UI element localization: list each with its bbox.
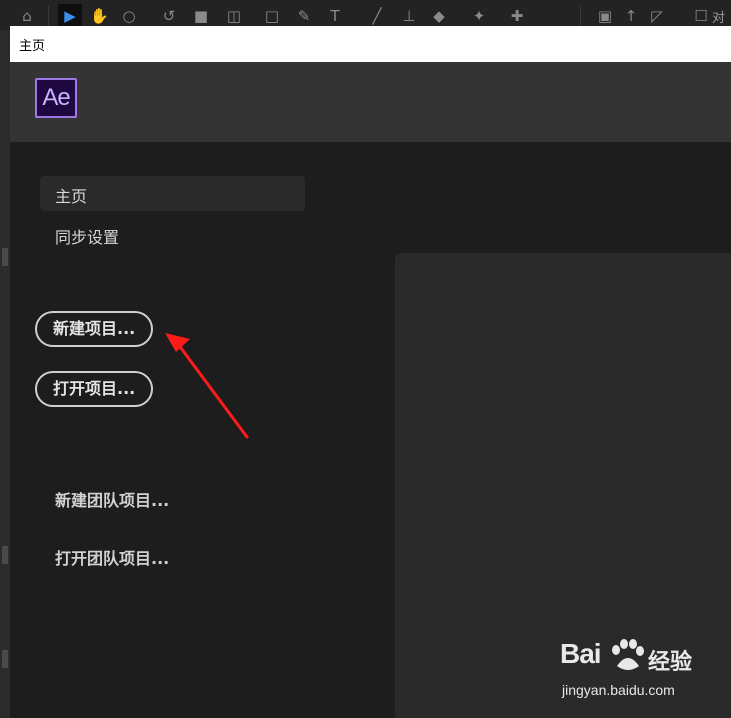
new-team-project-button[interactable]: 新建团队项目... [55,487,169,511]
world-axis-icon[interactable]: ↑ [622,7,640,25]
toolbar-separator [48,6,49,26]
open-team-project-button[interactable]: 打开团队项目... [55,545,169,569]
roto-brush-tool-icon[interactable]: ✦ [470,7,488,25]
window-title: 主页 [19,39,46,54]
new-project-button[interactable]: 新建项目... [35,311,154,347]
baidu-jingyan-watermark: Bai 经验 jingyan.baidu.com [560,638,725,704]
brush-tool-icon[interactable]: ╱ [368,7,386,25]
axis-tool-icon[interactable]: ▣ [596,7,614,25]
hand-tool-icon[interactable]: ✋ [90,7,109,25]
toolbar-right-label: 对 [712,11,726,26]
rotate-tool-icon[interactable]: ↺ [160,7,178,25]
edge-handle[interactable] [2,546,8,564]
rectangle-tool-icon[interactable]: □ [263,7,281,25]
camera-tool-icon[interactable]: ■ [192,7,210,25]
home-icon[interactable]: ⌂ [18,7,36,25]
view-axis-icon[interactable]: ◸ [648,7,666,25]
open-project-button[interactable]: 打开项目... [35,371,154,407]
edge-handle[interactable] [2,650,8,668]
watermark-jingyan-text: 经验 [648,650,693,675]
sidebar-item-sync-settings[interactable]: 同步设置 [55,224,119,248]
sidebar-item-home[interactable]: 主页 [55,183,87,207]
watermark-logo-text: Bai [560,638,602,669]
snapping-checkbox-icon[interactable]: ☐ [692,7,710,25]
window-titlebar: 主页 [10,26,731,63]
watermark-url: jingyan.baidu.com [562,682,675,698]
home-header: Ae [10,62,731,142]
pen-tool-icon[interactable]: ✎ [295,7,313,25]
edge-handle[interactable] [2,248,8,266]
clone-stamp-tool-icon[interactable]: ⊥ [400,7,418,25]
toolbar-separator [580,6,581,26]
zoom-tool-icon[interactable]: ○ [120,7,138,25]
selection-tool-icon[interactable]: ▶ [61,7,79,25]
left-panel-edge [0,30,10,718]
baidu-paw-icon [612,639,644,670]
pan-behind-tool-icon[interactable]: ◫ [225,7,243,25]
type-tool-icon[interactable]: T [326,7,344,25]
puppet-pin-tool-icon[interactable]: ✚ [508,7,526,25]
after-effects-logo: Ae [35,78,77,118]
eraser-tool-icon[interactable]: ◆ [430,7,448,25]
